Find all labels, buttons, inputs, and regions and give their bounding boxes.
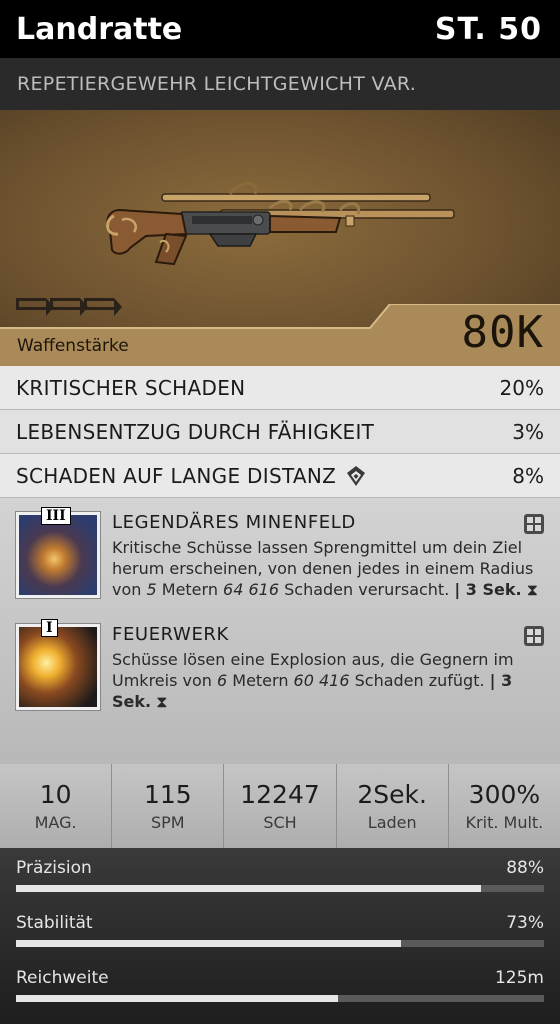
attribute-name-wrap: SCHADEN AUF LANGE DISTANZ — [16, 464, 366, 488]
stat-label: Laden — [367, 813, 417, 832]
talent-body: LEGENDÄRES MINENFELD Kritische Schüsse l… — [112, 512, 544, 600]
weapon-card: Landratte ST. 50 REPETIERGEWEHR LEICHTGE… — [0, 0, 560, 1024]
attribute-value: 3% — [512, 419, 544, 444]
bar-value: 125m — [494, 968, 544, 988]
talent-cooldown: | 3 Sek. — [454, 580, 522, 599]
talent-item[interactable]: I FEUERWERK Schüsse lösen eine Explosion… — [16, 619, 544, 712]
bar-track — [16, 995, 544, 1002]
bar-track — [16, 885, 544, 892]
stat-value: 115 — [143, 780, 192, 809]
bar-fill — [16, 940, 402, 947]
weapon-type: REPETIERGEWEHR LEICHTGEWICHT VAR. — [0, 58, 560, 110]
stat-bars: Präzision 88% Stabilität 73% Reichweite … — [0, 848, 560, 1024]
attribute-name: KRITISCHER SCHADEN — [16, 375, 246, 400]
hourglass-icon: ⧗ — [156, 692, 168, 711]
weapon-level: ST. 50 — [434, 11, 542, 47]
card-header: Landratte ST. 50 — [0, 0, 560, 58]
mod-grid-icon[interactable] — [524, 626, 544, 646]
attribute-list: KRITISCHER SCHADEN 20% LEBENSENTZUG DURC… — [0, 366, 560, 498]
stat-magazine: 10 MAG. — [0, 764, 113, 848]
bar-fill — [16, 995, 339, 1002]
talent-list: III LEGENDÄRES MINENFELD Kritische Schüs… — [0, 498, 560, 764]
attribute-row: LEBENSENTZUG DURCH FÄHIGKEIT 3% — [0, 410, 560, 454]
stat-value: 10 — [39, 780, 72, 809]
weapon-name: Landratte — [16, 11, 183, 47]
minefield-talent-icon: III — [16, 507, 100, 598]
fireworks-talent-icon: I — [16, 619, 100, 710]
weapon-stats: 10 MAG. 115 SPM 12247 SCH 2Sek. Laden 30… — [0, 764, 560, 848]
bar-stability: Stabilität 73% — [16, 913, 544, 968]
talent-name: FEUERWERK — [112, 624, 229, 645]
talent-description: Schüsse lösen eine Explosion aus, die Ge… — [112, 650, 514, 711]
talent-description: Kritische Schüsse lassen Sprengmittel um… — [112, 538, 538, 599]
power-value: 80K — [461, 307, 544, 358]
stat-damage: 12247 SCH — [224, 764, 337, 848]
hourglass-icon: ⧗ — [526, 580, 538, 599]
bar-value: 73% — [506, 913, 544, 933]
bar-value: 88% — [506, 858, 544, 878]
stat-crit-multiplier: 300% Krit. Mult. — [449, 764, 560, 848]
mod-grid-icon[interactable] — [524, 514, 544, 534]
attribute-name: LEBENSENTZUG DURCH FÄHIGKEIT — [16, 419, 375, 444]
rifle-image — [106, 182, 455, 266]
talent-item[interactable]: III LEGENDÄRES MINENFELD Kritische Schüs… — [16, 507, 544, 600]
bar-precision: Präzision 88% — [16, 858, 544, 913]
stat-label: MAG. — [34, 813, 77, 832]
bar-label: Präzision — [16, 858, 92, 878]
stat-label: SCH — [263, 813, 297, 832]
bar-track — [16, 940, 544, 947]
bar-fill — [16, 885, 481, 892]
weapon-type-label: REPETIERGEWEHR LEICHTGEWICHT VAR. — [17, 73, 417, 95]
talent-body: FEUERWERK Schüsse lösen eine Explosion a… — [112, 624, 544, 712]
stat-reload: 2Sek. Laden — [337, 764, 449, 848]
talent-rank: III — [41, 507, 71, 525]
stat-label: Krit. Mult. — [465, 813, 544, 832]
bar-label: Stabilität — [16, 913, 93, 933]
bar-range: Reichweite 125m — [16, 968, 544, 1023]
attribute-row: KRITISCHER SCHADEN 20% — [0, 366, 560, 410]
stat-value: 12247 — [240, 780, 320, 809]
stat-rpm: 115 SPM — [112, 764, 225, 848]
bar-label: Reichweite — [16, 968, 109, 988]
stat-value: 300% — [468, 780, 541, 809]
attribute-row: SCHADEN AUF LANGE DISTANZ 8% — [0, 454, 560, 498]
talent-rank: I — [41, 619, 58, 637]
talent-name: LEGENDÄRES MINENFELD — [112, 512, 356, 533]
power-label: Waffenstärke — [17, 336, 129, 356]
attribute-value: 20% — [499, 375, 544, 400]
weapon-preview: Waffenstärke 80K — [0, 110, 560, 366]
stat-label: SPM — [151, 813, 185, 832]
attribute-name: SCHADEN AUF LANGE DISTANZ — [16, 463, 337, 488]
attribute-value: 8% — [512, 463, 544, 488]
shield-chevron-icon — [347, 465, 366, 486]
stat-value: 2Sek. — [357, 780, 427, 809]
